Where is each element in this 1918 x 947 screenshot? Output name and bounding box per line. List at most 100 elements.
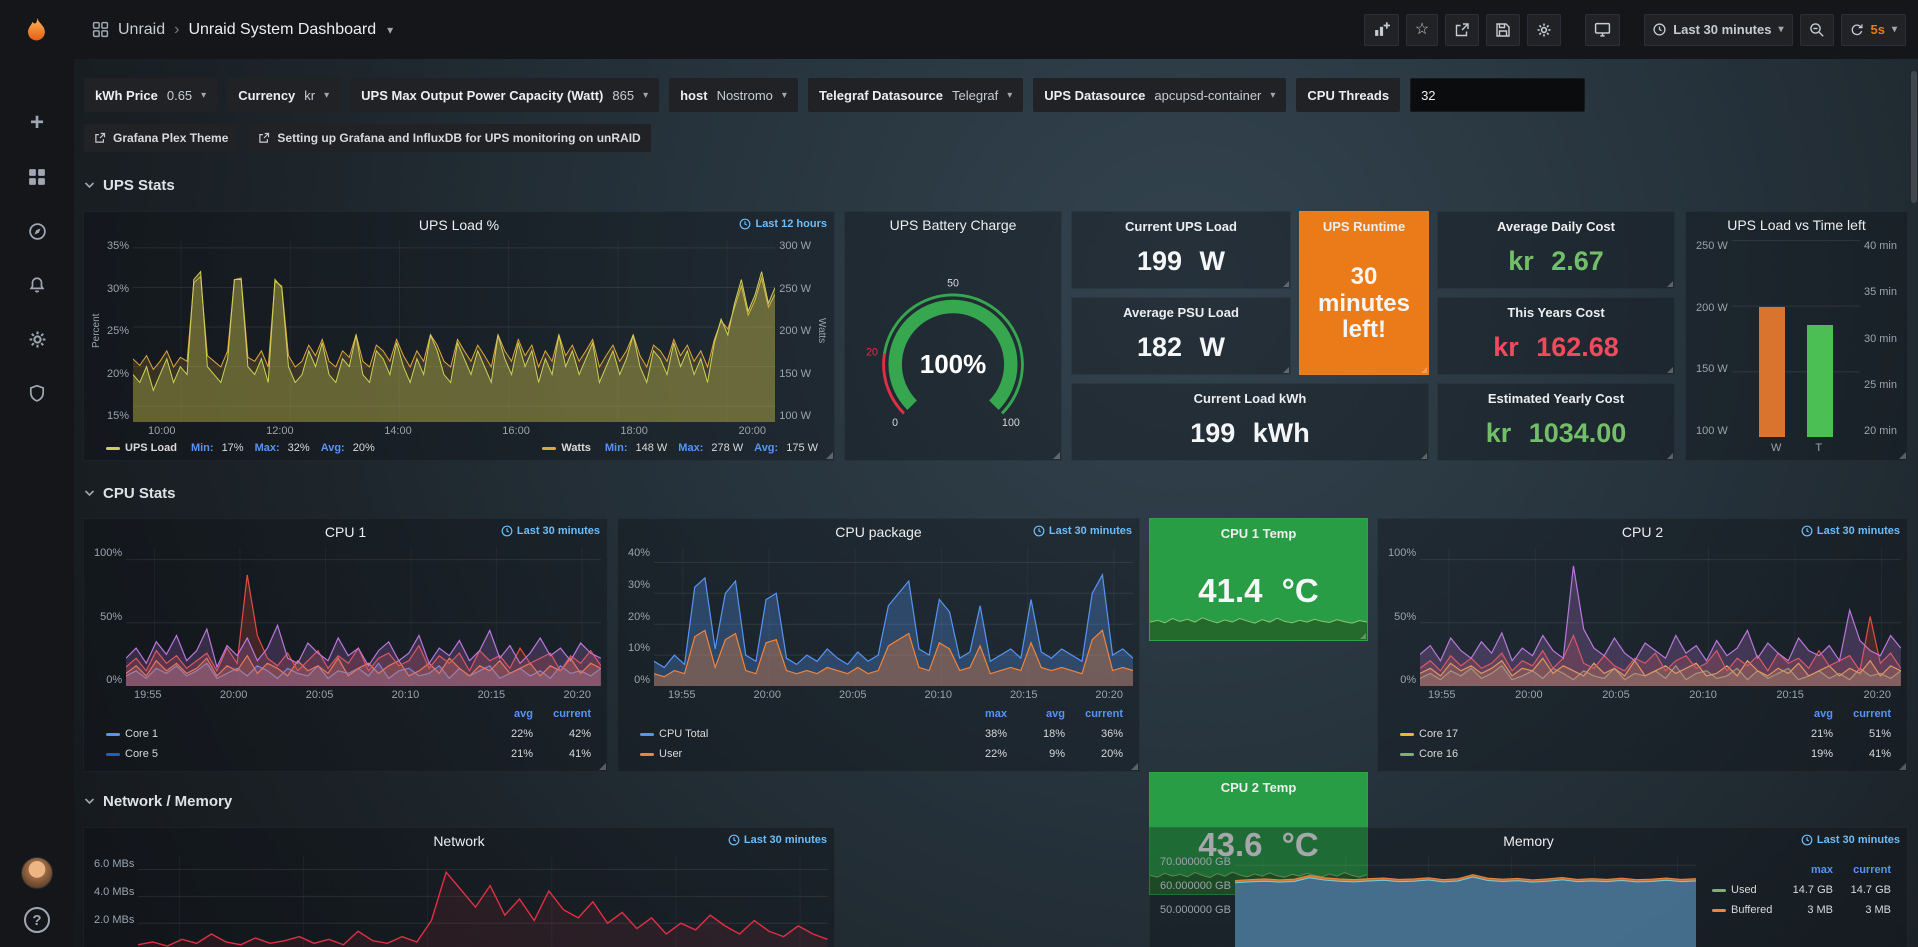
dashboard-title[interactable]: Unraid System Dashboard xyxy=(188,21,376,39)
series-marker xyxy=(640,733,654,736)
row-header-ups-stats[interactable]: UPS Stats xyxy=(84,173,175,197)
help-button[interactable]: ? xyxy=(24,907,50,933)
link-label: Setting up Grafana and InfluxDB for UPS … xyxy=(277,131,640,145)
breadcrumb-folder[interactable]: Unraid xyxy=(118,21,165,39)
series-label[interactable]: Watts xyxy=(561,442,591,454)
question-icon: ? xyxy=(32,912,41,929)
zoom-out-button[interactable] xyxy=(1800,14,1834,46)
series-label[interactable]: User xyxy=(659,748,682,760)
server-admin-button[interactable] xyxy=(20,376,54,410)
series-label[interactable]: Core 5 xyxy=(125,748,158,760)
alerting-button[interactable] xyxy=(20,268,54,302)
variable-value[interactable]: 865 xyxy=(612,88,634,103)
chevron-down-icon: ▾ xyxy=(782,90,787,101)
panel-title[interactable]: Network xyxy=(433,833,484,849)
stat-title[interactable]: Current UPS Load xyxy=(1072,219,1290,234)
cycle-view-mode-button[interactable] xyxy=(1585,14,1620,46)
refresh-picker[interactable]: 5s ▾ xyxy=(1841,14,1907,46)
series-marker xyxy=(106,753,120,756)
explore-button[interactable] xyxy=(20,214,54,248)
variable-ups-datasource[interactable]: UPS Datasource apcupsd-container ▾ xyxy=(1033,78,1286,112)
panel-time-override[interactable]: Last 12 hours xyxy=(739,218,827,230)
series-marker xyxy=(1712,909,1726,912)
variable-value[interactable]: Telegraf xyxy=(952,88,998,103)
dashboards-icon xyxy=(28,168,46,186)
shield-icon xyxy=(28,384,46,402)
stat-title[interactable]: UPS Runtime xyxy=(1300,219,1428,234)
y-axis-right: 40 min35 min 30 min25 min 20 min xyxy=(1860,240,1901,437)
series-marker xyxy=(106,447,120,450)
panel-title[interactable]: UPS Load vs Time left xyxy=(1727,217,1866,233)
share-icon xyxy=(1454,22,1470,38)
user-avatar[interactable] xyxy=(21,857,53,889)
scrollbar-thumb[interactable] xyxy=(1911,71,1917,203)
chart-legend: UPS Load Min:17% Max:32% Avg:20% Watts M… xyxy=(90,437,828,455)
save-button[interactable] xyxy=(1486,14,1520,46)
refresh-icon xyxy=(1850,23,1864,37)
legend-row: Core 5 21% 41% xyxy=(106,744,591,764)
variable-value[interactable]: apcupsd-container xyxy=(1154,88,1261,103)
configuration-button[interactable] xyxy=(20,322,54,356)
series-label[interactable]: UPS Load xyxy=(125,442,177,454)
stat-title[interactable]: CPU 1 Temp xyxy=(1150,526,1367,541)
variable-kwh-price[interactable]: kWh Price 0.65 ▾ xyxy=(84,78,217,112)
variable-label: Currency xyxy=(238,88,295,103)
series-label[interactable]: Buffered xyxy=(1731,904,1772,916)
grafana-logo[interactable] xyxy=(15,10,59,54)
stat-title[interactable]: Current Load kWh xyxy=(1072,391,1428,406)
add-panel-button[interactable] xyxy=(1364,14,1399,46)
link-ups-monitoring-guide[interactable]: Setting up Grafana and InfluxDB for UPS … xyxy=(248,124,650,152)
variable-currency[interactable]: Currency kr ▾ xyxy=(227,78,340,112)
variable-value[interactable]: kr xyxy=(304,88,315,103)
variable-value[interactable]: Nostromo xyxy=(717,88,773,103)
clock-icon xyxy=(1801,525,1813,537)
series-label[interactable]: Core 16 xyxy=(1419,748,1458,760)
panel-title[interactable]: UPS Battery Charge xyxy=(890,217,1017,233)
panel-title[interactable]: CPU 2 xyxy=(1622,524,1663,540)
variable-telegraf-datasource[interactable]: Telegraf Datasource Telegraf ▾ xyxy=(808,78,1023,112)
sidebar-bottom: ? xyxy=(21,857,53,933)
link-grafana-plex-theme[interactable]: Grafana Plex Theme xyxy=(84,124,238,152)
clock-icon xyxy=(1801,834,1813,846)
stat-average-daily-cost: Average Daily Cost kr 2.67 xyxy=(1437,211,1675,289)
star-button[interactable]: ☆ xyxy=(1406,14,1438,46)
panel-time-override[interactable]: Last 30 minutes xyxy=(501,525,600,537)
panel-title[interactable]: Memory xyxy=(1503,833,1554,849)
series-label[interactable]: Used xyxy=(1731,884,1757,896)
share-button[interactable] xyxy=(1445,14,1479,46)
panel-title[interactable]: CPU package xyxy=(835,524,921,540)
variable-value[interactable]: 0.65 xyxy=(167,88,192,103)
row-title: UPS Stats xyxy=(103,177,175,194)
series-label[interactable]: Core 1 xyxy=(125,728,158,740)
legend-table: avg current Core 17 21% 51% Core 16 19% … xyxy=(1384,701,1901,766)
dashboards-button[interactable] xyxy=(20,160,54,194)
variable-ups-max-output[interactable]: UPS Max Output Power Capacity (Watt) 865… xyxy=(350,78,659,112)
stat-title[interactable]: This Years Cost xyxy=(1438,305,1674,320)
row-header-network-memory[interactable]: Network / Memory xyxy=(84,789,232,813)
row-header-cpu-stats[interactable]: CPU Stats xyxy=(84,481,176,505)
stat-title[interactable]: CPU 2 Temp xyxy=(1150,780,1367,795)
y-axis-title-right: Watts xyxy=(815,240,828,422)
stat-current-load-kwh: Current Load kWh 199 kWh xyxy=(1071,383,1429,461)
panel-title[interactable]: UPS Load % xyxy=(419,217,499,233)
cpu-threads-input[interactable] xyxy=(1410,78,1585,112)
series-label[interactable]: Core 17 xyxy=(1419,728,1458,740)
create-button[interactable]: + xyxy=(20,106,54,140)
panel-title[interactable]: CPU 1 xyxy=(325,524,366,540)
panel-time-override[interactable]: Last 30 minutes xyxy=(728,834,827,846)
series-label[interactable]: CPU Total xyxy=(659,728,708,740)
stat-title[interactable]: Average Daily Cost xyxy=(1438,219,1674,234)
panel-memory: Memory Last 30 minutes 70.000000 GB60.00… xyxy=(1149,827,1908,947)
stat-title[interactable]: Estimated Yearly Cost xyxy=(1438,391,1674,406)
breadcrumb-separator: › xyxy=(174,21,179,39)
stat-title[interactable]: Average PSU Load xyxy=(1072,305,1290,320)
bar-watts xyxy=(1759,307,1785,437)
dashboard-settings-button[interactable] xyxy=(1527,14,1561,46)
chevron-down-icon[interactable]: ▾ xyxy=(387,23,393,37)
variable-host[interactable]: host Nostromo ▾ xyxy=(669,78,798,112)
time-range-picker[interactable]: Last 30 minutes ▾ xyxy=(1644,14,1792,46)
panel-time-override[interactable]: Last 30 minutes xyxy=(1801,525,1900,537)
panel-time-override[interactable]: Last 30 minutes xyxy=(1033,525,1132,537)
clock-icon xyxy=(728,834,740,846)
panel-time-override[interactable]: Last 30 minutes xyxy=(1801,834,1900,846)
